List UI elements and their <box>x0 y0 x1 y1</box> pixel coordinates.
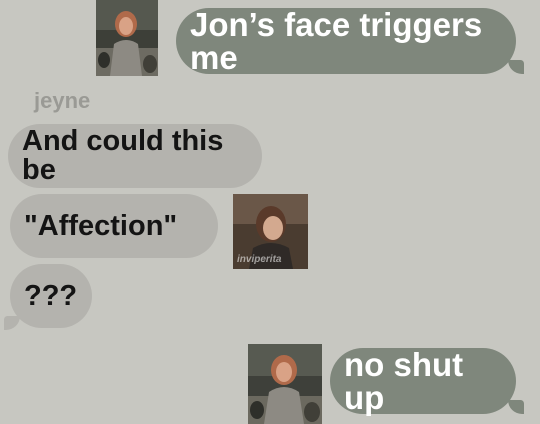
message-text: ??? <box>24 279 78 312</box>
message-bubble-incoming[interactable]: ??? <box>10 264 92 328</box>
portrait-photo-icon <box>96 0 158 76</box>
bubble-tail <box>4 316 20 330</box>
message-bubble-outgoing[interactable]: Jon’s face triggers me <box>176 8 516 74</box>
message-text: "Affection" <box>24 209 178 242</box>
sticker-watermark: inviperita <box>237 254 282 265</box>
sticker-photo[interactable]: inviperita <box>233 194 308 269</box>
sansa-photo-sticker[interactable] <box>248 344 322 424</box>
message-text: And could this be <box>22 125 224 186</box>
sender-name: jeyne <box>34 88 91 113</box>
bubble-tail <box>508 60 524 74</box>
portrait-photo-icon <box>248 344 322 424</box>
message-text: no shut up <box>344 346 464 416</box>
chat-thread: Jon’s face triggers me jeyne And could t… <box>0 0 540 424</box>
message-text: Jon’s face triggers me <box>190 6 483 76</box>
sansa-photo-sticker[interactable] <box>96 0 158 76</box>
message-bubble-incoming[interactable]: And could this be <box>8 124 262 188</box>
bubble-tail <box>508 400 524 414</box>
message-bubble-incoming[interactable]: "Affection" <box>10 194 218 258</box>
message-bubble-outgoing[interactable]: no shut up <box>330 348 516 414</box>
